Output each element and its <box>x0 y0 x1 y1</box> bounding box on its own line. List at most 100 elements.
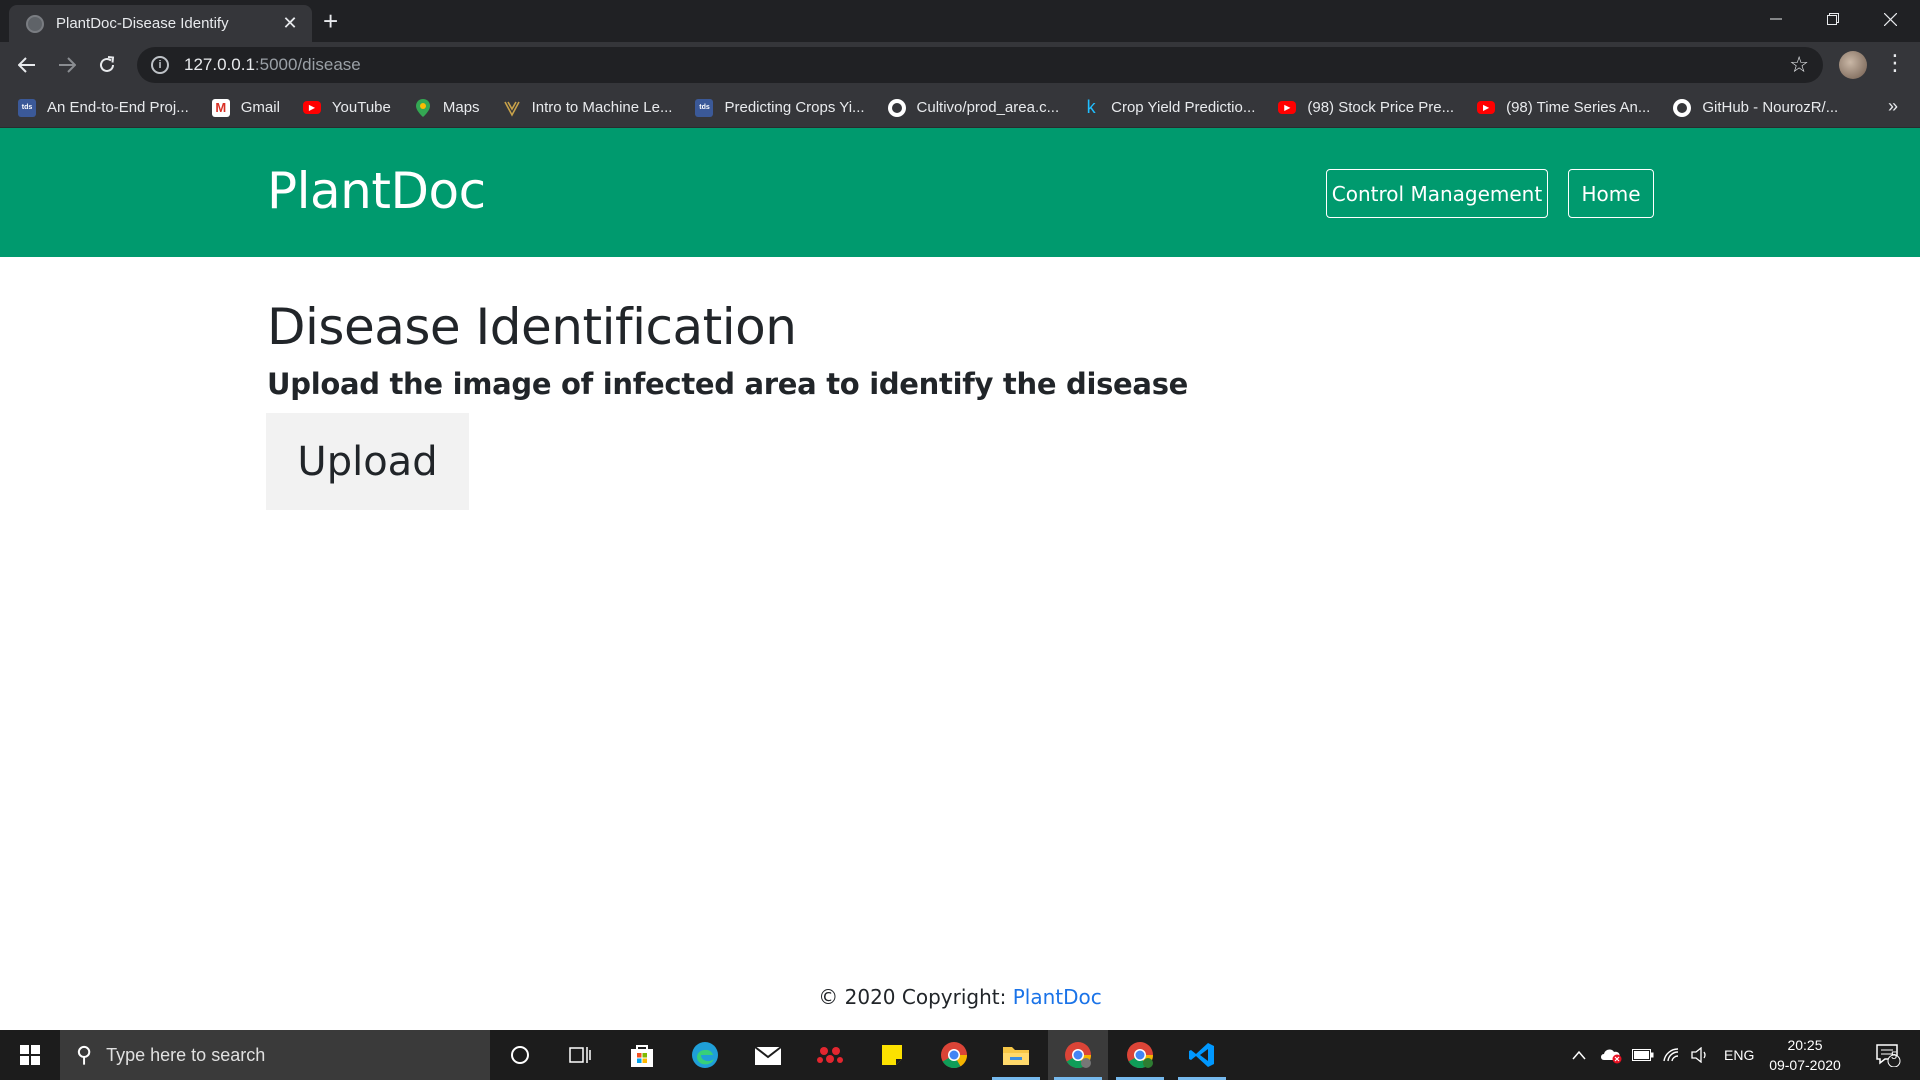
bookmark-item[interactable]: tds An End-to-End Proj... <box>18 98 189 117</box>
sticky-notes-icon <box>882 1045 902 1065</box>
taskbar-clock[interactable]: 20:25 09-07-2020 <box>1762 1035 1848 1075</box>
footer: © 2020 Copyright: PlantDoc <box>0 985 1920 1009</box>
bookmarks-overflow-button[interactable]: » <box>1888 96 1898 117</box>
battery-icon <box>1632 1049 1654 1061</box>
chevron-up-icon <box>1572 1050 1586 1060</box>
arrow-right-icon <box>59 57 76 73</box>
chrome-app-active[interactable] <box>1048 1030 1108 1080</box>
bookmark-item[interactable]: ▶ (98) Stock Price Pre... <box>1278 99 1454 116</box>
vscode-app[interactable] <box>1172 1030 1232 1080</box>
chrome-icon <box>941 1042 968 1069</box>
bookmark-label: Cultivo/prod_area.c... <box>916 99 1060 116</box>
speaker-icon <box>1691 1047 1706 1063</box>
bookmark-label: Intro to Machine Le... <box>531 99 673 116</box>
bookmark-item[interactable]: k Crop Yield Predictio... <box>1082 97 1256 117</box>
bookmark-label: (98) Time Series An... <box>1506 99 1651 116</box>
bookmarks-bar: tds An End-to-End Proj... M Gmail ▶ YouTube… <box>0 88 1920 128</box>
bookmark-label: Predicting Crops Yi... <box>724 99 865 116</box>
youtube-icon: ▶ <box>1477 101 1496 114</box>
home-button[interactable]: Home <box>1568 169 1654 218</box>
brand-logo[interactable]: PlantDoc <box>267 162 486 220</box>
reload-button[interactable] <box>92 50 122 80</box>
bookmark-star-icon[interactable]: ☆ <box>1789 52 1809 78</box>
task-view-button[interactable] <box>550 1030 610 1080</box>
sticky-notes-app[interactable] <box>862 1030 922 1080</box>
onedrive-tray[interactable] <box>1600 1030 1624 1080</box>
cloud-error-icon <box>1601 1049 1622 1064</box>
close-icon <box>1883 12 1897 26</box>
search-icon: ⚲ <box>76 1042 93 1067</box>
input-language[interactable]: ENG <box>1724 1030 1754 1080</box>
edge-app[interactable] <box>675 1030 735 1080</box>
forward-button[interactable] <box>52 50 82 80</box>
chrome-icon <box>1127 1042 1154 1069</box>
control-management-button[interactable]: Control Management <box>1326 169 1548 218</box>
notification-count: 5 <box>1891 1050 1898 1062</box>
windows-logo-icon <box>20 1045 40 1065</box>
profile-avatar[interactable] <box>1839 51 1867 79</box>
app-red-dots[interactable] <box>800 1030 860 1080</box>
bookmark-item[interactable]: tds Predicting Crops Yi... <box>695 98 865 117</box>
new-tab-button[interactable]: + <box>323 4 338 38</box>
battery-tray[interactable] <box>1632 1030 1654 1080</box>
cortana-button[interactable] <box>490 1030 550 1080</box>
upload-button[interactable]: Upload <box>266 413 469 510</box>
page-subtitle: Upload the image of infected area to ide… <box>267 367 1189 401</box>
chrome-app-profile[interactable] <box>1110 1030 1170 1080</box>
udacity-icon <box>503 99 521 117</box>
bookmark-item[interactable]: GitHub - NourozR/... <box>1673 98 1838 117</box>
bookmark-item[interactable]: ▶ (98) Time Series An... <box>1477 99 1650 116</box>
wifi-icon <box>1663 1048 1679 1062</box>
bookmark-label: Gmail <box>240 99 280 116</box>
clock-time: 20:25 <box>1787 1037 1823 1053</box>
wifi-tray[interactable] <box>1662 1030 1682 1080</box>
bookmark-item[interactable]: M Gmail <box>211 98 280 117</box>
show-hidden-icons-button[interactable] <box>1572 1030 1586 1080</box>
minimize-button[interactable] <box>1748 0 1804 38</box>
more-menu-icon[interactable]: ⋮ <box>1884 50 1906 76</box>
url-path: :5000/disease <box>254 55 361 74</box>
maps-pin-icon <box>414 98 432 117</box>
chrome-app[interactable] <box>924 1030 984 1080</box>
bookmark-label: YouTube <box>331 99 391 116</box>
bookmark-item[interactable]: Cultivo/prod_area.c... <box>887 98 1060 117</box>
microsoft-store-icon <box>631 1045 653 1067</box>
close-tab-icon[interactable]: ✕ <box>280 13 300 34</box>
mail-icon <box>754 1046 782 1065</box>
address-bar[interactable]: i 127.0.0.1:5000/disease ☆ <box>137 47 1823 83</box>
tab-title: PlantDoc-Disease Identify <box>56 15 229 32</box>
search-placeholder: Type here to search <box>106 1044 266 1065</box>
kaggle-icon: k <box>1086 97 1096 117</box>
browser-tab-active[interactable]: PlantDoc-Disease Identify ✕ <box>9 5 312 42</box>
browser-toolbar: i 127.0.0.1:5000/disease ☆ ⋮ <box>0 42 1920 88</box>
volume-tray[interactable] <box>1690 1030 1710 1080</box>
windows-taskbar: ⚲ Type here to search ENG 20:25 09-07-20… <box>0 1030 1920 1080</box>
clock-date: 09-07-2020 <box>1769 1057 1841 1073</box>
tds-icon: tds <box>695 98 714 117</box>
action-center-button[interactable]: 5 <box>1868 1030 1908 1080</box>
bookmark-item[interactable]: Maps <box>414 98 480 117</box>
file-explorer-app[interactable] <box>986 1030 1046 1080</box>
footer-plantdoc-link[interactable]: PlantDoc <box>1013 985 1102 1009</box>
edge-icon <box>692 1042 718 1068</box>
bookmark-item[interactable]: Intro to Machine Le... <box>503 99 673 117</box>
bookmark-item[interactable]: ▶ YouTube <box>302 99 391 116</box>
store-app[interactable] <box>612 1030 672 1080</box>
taskbar-search-box[interactable]: ⚲ Type here to search <box>60 1030 490 1080</box>
close-window-button[interactable] <box>1862 0 1918 38</box>
info-icon[interactable]: i <box>151 56 169 74</box>
site-navbar: PlantDoc Control Management Home <box>0 128 1920 257</box>
cortana-icon <box>511 1046 529 1064</box>
vscode-icon <box>1189 1043 1214 1067</box>
back-button[interactable] <box>12 50 42 80</box>
bookmark-label: An End-to-End Proj... <box>47 99 189 116</box>
github-icon <box>1673 98 1692 117</box>
network-app-icon <box>817 1047 843 1063</box>
youtube-icon: ▶ <box>1278 101 1297 114</box>
mail-app[interactable] <box>738 1030 798 1080</box>
github-icon <box>887 98 906 117</box>
chrome-icon <box>1065 1042 1092 1069</box>
start-button[interactable] <box>0 1030 60 1080</box>
restore-button[interactable] <box>1805 0 1861 38</box>
task-view-icon <box>569 1047 591 1063</box>
